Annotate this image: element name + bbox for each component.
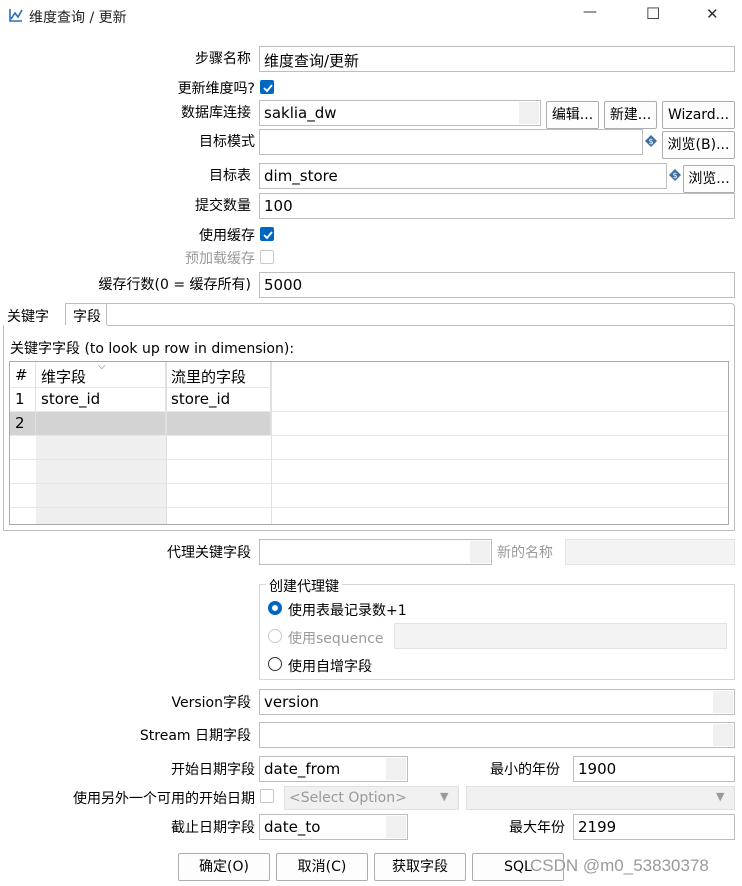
radio-autoinc-label: 使用自增字段	[288, 659, 372, 675]
min-year-input[interactable]: 1900	[573, 756, 735, 782]
new-name-label: 新的名称	[497, 545, 553, 561]
window-title: 维度查询 / 更新	[29, 10, 127, 26]
start-date-label: 开始日期字段	[171, 762, 255, 778]
tech-key-input[interactable]	[259, 539, 492, 565]
maximize-button[interactable]: ☐	[646, 4, 660, 23]
radio-table-max[interactable]	[268, 601, 282, 615]
alt-start-checkbox[interactable]	[260, 789, 274, 803]
update-dimension-checkbox[interactable]	[260, 80, 274, 94]
edit-connection-button[interactable]: 编辑...	[546, 101, 599, 129]
new-connection-button[interactable]: 新建...	[604, 101, 657, 129]
close-button[interactable]: ✕	[706, 5, 719, 23]
row-divider	[271, 412, 728, 436]
cache-rows-label: 缓存行数(0 = 缓存所有)	[98, 277, 251, 293]
db-connection-select[interactable]: saklia_dw	[259, 100, 541, 126]
radio-sequence[interactable]	[268, 629, 282, 643]
tech-key-label: 代理关键字段	[167, 545, 251, 561]
row-divider	[10, 436, 728, 460]
tab-underline	[107, 325, 734, 326]
chevron-down-icon: ▼	[716, 790, 725, 803]
column-header-num: #	[10, 362, 36, 388]
row-divider	[271, 388, 728, 412]
stream-date-input[interactable]	[259, 722, 735, 748]
cancel-button[interactable]: 取消(C)	[276, 853, 368, 881]
version-dropdown[interactable]	[713, 691, 733, 713]
wizard-button[interactable]: Wizard...	[662, 101, 735, 129]
table-cell-stream-field[interactable]	[166, 412, 271, 436]
min-year-label: 最小的年份	[490, 762, 560, 778]
chevron-down-icon: ▼	[440, 790, 449, 803]
target-table-input[interactable]: dim_store	[259, 163, 667, 189]
step-name-label: 步骤名称	[195, 51, 251, 67]
tab-fields-label: 字段	[73, 309, 101, 325]
start-date-dropdown[interactable]	[386, 758, 406, 780]
cache-rows-input[interactable]: 5000	[259, 272, 735, 298]
alt-start-select[interactable]: <Select Option>	[284, 786, 459, 810]
use-cache-checkbox[interactable]	[260, 227, 274, 241]
step-name-input[interactable]: 维度查询/更新	[259, 46, 735, 72]
db-connection-dropdown-icon[interactable]	[519, 102, 539, 124]
use-cache-label: 使用缓存	[199, 228, 255, 244]
browse-table-button[interactable]: 浏览...	[683, 165, 735, 193]
target-table-label: 目标表	[209, 168, 251, 184]
version-input[interactable]: version	[259, 689, 735, 715]
row-divider	[10, 460, 728, 484]
ok-button[interactable]: 确定(O)	[178, 853, 270, 881]
surrogate-group-title: 创建代理键	[266, 576, 342, 596]
new-name-input[interactable]	[565, 539, 735, 565]
table-cell-dim-field[interactable]: store_id	[36, 388, 166, 412]
tab-keys-label: 关键字	[7, 309, 49, 325]
alt-start-label: 使用另外一个可用的开始日期	[73, 791, 255, 807]
key-fields-caption: 关键字字段 (to look up row in dimension):	[10, 341, 295, 357]
app-icon	[8, 7, 24, 23]
variable-icon: $	[669, 169, 681, 181]
minimize-button[interactable]: —	[583, 4, 597, 20]
column-divider	[271, 362, 272, 524]
browse-schema-button[interactable]: 浏览(B)...	[662, 131, 735, 159]
radio-autoinc[interactable]	[268, 657, 282, 671]
commit-size-input[interactable]: 100	[259, 193, 735, 219]
row-divider	[10, 484, 728, 508]
row-number: 2	[10, 412, 36, 436]
sort-chevron-icon: ⌵	[98, 361, 106, 372]
column-header-stream-field[interactable]: 流里的字段	[166, 362, 271, 388]
table-cell-dim-field[interactable]	[36, 412, 166, 436]
update-dimension-label: 更新维度吗?	[177, 81, 255, 97]
target-schema-input[interactable]	[259, 129, 643, 155]
row-number: 1	[10, 388, 36, 412]
variable-icon: $	[645, 135, 657, 147]
stream-date-label: Stream 日期字段	[139, 728, 251, 744]
target-schema-label: 目标模式	[199, 134, 255, 150]
alt-start-field-select[interactable]	[466, 786, 735, 810]
preload-cache-label: 预加载缓存	[185, 251, 255, 267]
watermark: CSDN @m0_53830378	[530, 856, 709, 875]
version-label: Version字段	[171, 695, 251, 711]
max-year-input[interactable]: 2199	[573, 814, 735, 840]
radio-table-max-label: 使用表最记录数+1	[288, 603, 407, 619]
radio-sequence-label: 使用sequence	[288, 631, 384, 647]
key-fields-table[interactable]: # 维字段 ⌵ 流里的字段 1 store_id store_id 2	[9, 361, 729, 525]
tech-key-dropdown[interactable]	[470, 541, 490, 563]
end-date-label: 截止日期字段	[171, 820, 255, 836]
commit-size-label: 提交数量	[195, 198, 251, 214]
db-connection-label: 数据库连接	[181, 105, 251, 121]
max-year-label: 最大年份	[509, 820, 565, 836]
get-fields-button[interactable]: 获取字段	[374, 853, 466, 881]
column-divider	[166, 362, 167, 524]
table-cell-stream-field[interactable]: store_id	[166, 388, 271, 412]
tab-keys[interactable]: 关键字	[3, 303, 66, 325]
end-date-dropdown[interactable]	[386, 816, 406, 838]
tab-fields[interactable]: 字段	[66, 303, 107, 325]
sequence-name-input[interactable]	[394, 623, 727, 649]
svg-text:$: $	[648, 137, 653, 146]
svg-text:$: $	[672, 171, 677, 180]
preload-cache-checkbox[interactable]	[260, 250, 274, 264]
stream-date-dropdown[interactable]	[713, 724, 733, 746]
